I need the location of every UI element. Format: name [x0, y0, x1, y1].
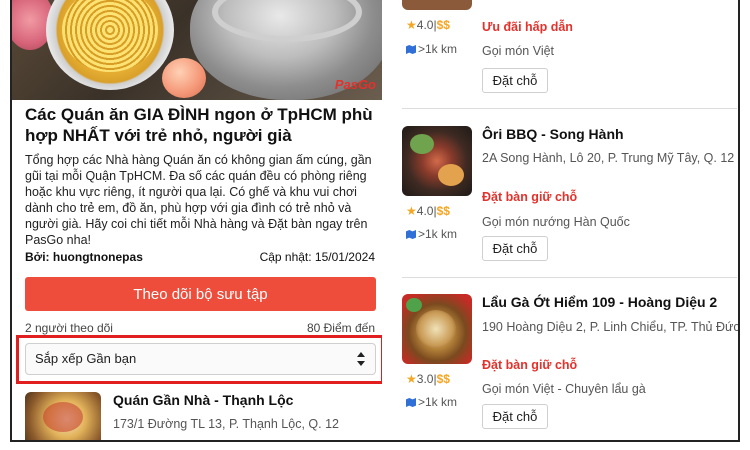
place-rating: ★4.0|$$ — [406, 18, 450, 32]
book-button[interactable]: Đặt chỗ — [482, 68, 548, 93]
price-level: $$ — [436, 18, 450, 32]
place-card: ★4.0|$$ Ưu đãi hấp dẫn >1k km Gọi món Vi… — [392, 0, 738, 105]
place-name[interactable]: Ôri BBQ - Song Hành — [482, 126, 624, 142]
follower-count: 2 người theo dõi — [25, 321, 113, 335]
collection-meta: Bởi: huongtnonepas Cập nhật: 15/01/2024 — [25, 250, 375, 266]
collection-hero-image: PasGo — [12, 0, 382, 100]
place-promo: Đặt bàn giữ chỗ — [482, 190, 578, 204]
sort-select[interactable]: Sắp xếp Gần bạn — [25, 343, 376, 375]
place-distance: >1k km — [406, 395, 457, 409]
place-thumbnail[interactable] — [402, 294, 472, 364]
place-address: 2A Song Hành, Lô 20, P. Trung Mỹ Tây, Q.… — [482, 151, 735, 165]
place-distance: >1k km — [406, 227, 457, 241]
sort-arrows-icon — [357, 352, 365, 366]
place-address: 190 Hoàng Diệu 2, P. Linh Chiểu, TP. Thủ… — [482, 320, 740, 334]
place-distance: >1k km — [406, 42, 457, 56]
place-promo: Ưu đãi hấp dẫn — [482, 20, 573, 34]
follow-collection-button[interactable]: Theo dõi bộ sưu tập — [25, 277, 376, 311]
sort-select-value: Sắp xếp Gần bạn — [35, 351, 137, 366]
brand-watermark: PasGo — [334, 77, 376, 92]
collection-description: Tổng hợp các Nhà hàng Quán ăn có không g… — [25, 153, 372, 247]
place-card: Ôri BBQ - Song Hành 2A Song Hành, Lô 20,… — [392, 109, 738, 277]
author-label: Bởi: — [25, 250, 50, 264]
place-rating: ★3.0|$$ — [406, 372, 450, 386]
place-name[interactable]: Lẩu Gà Ớt Hiểm 109 - Hoàng Diệu 2 — [482, 294, 717, 310]
place-promo: Đặt bàn giữ chỗ — [482, 358, 578, 372]
collection-author: Bởi: huongtnonepas — [25, 250, 143, 264]
place-card: Lẩu Gà Ớt Hiểm 109 - Hoàng Diệu 2 190 Ho… — [392, 278, 740, 440]
place-thumbnail[interactable] — [402, 126, 472, 196]
place-cuisine: Gọi món Việt — [482, 44, 555, 58]
map-icon — [406, 45, 416, 54]
phone-screen: PasGo Các Quán ăn GIA ĐÌNH ngon ở TpHCM … — [10, 0, 740, 442]
place-address: 173/1 Đường TL 13, P. Thạnh Lộc, Q. 12 — [113, 417, 339, 431]
map-icon — [406, 398, 416, 407]
book-button[interactable]: Đặt chỗ — [482, 404, 548, 429]
collection-stats: 2 người theo dõi 80 Điểm đến — [25, 321, 375, 335]
destination-count: 80 Điểm đến — [306, 321, 375, 335]
collection-updated: Cập nhật: 15/01/2024 — [259, 250, 375, 264]
place-name[interactable]: Quán Gần Nhà - Thạnh Lộc — [113, 392, 293, 408]
map-icon — [406, 230, 416, 239]
place-thumbnail[interactable] — [402, 0, 472, 10]
collection-panel: PasGo Các Quán ăn GIA ĐÌNH ngon ở TpHCM … — [12, 0, 382, 440]
place-cuisine: Gọi món Việt - Chuyên lẩu gà — [482, 382, 646, 396]
place-list: ★4.0|$$ Ưu đãi hấp dẫn >1k km Gọi món Vi… — [392, 0, 740, 440]
place-rating: ★4.0|$$ — [406, 204, 450, 218]
place-cuisine: Gọi món nướng Hàn Quốc — [482, 215, 630, 229]
star-icon: ★ — [406, 18, 417, 32]
price-level: $$ — [436, 204, 450, 218]
star-icon: ★ — [406, 204, 417, 218]
book-button[interactable]: Đặt chỗ — [482, 236, 548, 261]
author-name[interactable]: huongtnonepas — [53, 250, 143, 264]
place-thumbnail[interactable] — [25, 392, 101, 440]
price-level: $$ — [436, 372, 450, 386]
star-icon: ★ — [406, 372, 417, 386]
collection-title: Các Quán ăn GIA ĐÌNH ngon ở TpHCM phù hợ… — [25, 105, 373, 145]
